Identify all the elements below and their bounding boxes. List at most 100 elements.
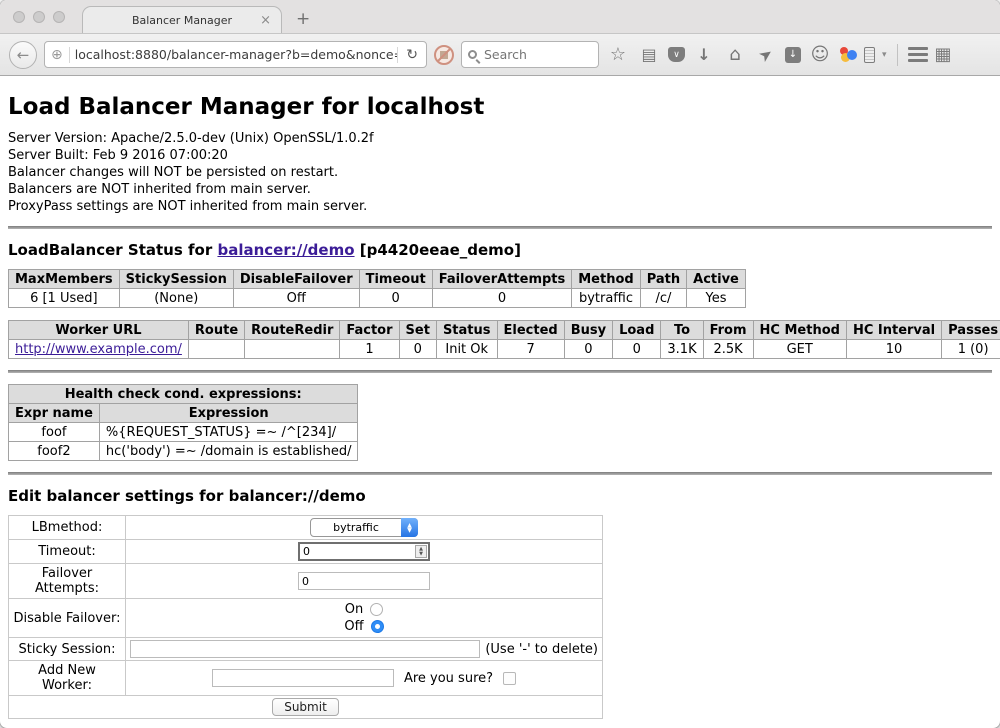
browser-window: Balancer Manager × + ← ⊕ localhost:8880/… [0,0,1000,728]
cell-path: /c/ [640,289,686,308]
worker-url-link[interactable]: http://www.example.com/ [15,342,182,357]
lbmethod-select[interactable]: bytraffic ▲▼ [310,518,418,537]
bookmark-star-icon[interactable]: ☆ [606,46,630,64]
form-row-failover-attempts: Failover Attempts: [9,564,603,599]
send-tab-icon[interactable]: ➤ [752,41,781,68]
sticky-session-label: Sticky Session: [9,638,126,661]
cell-failoverattempts: 0 [432,289,572,308]
col-busy: Busy [564,321,612,340]
col-route: Route [188,321,244,340]
sticky-session-input[interactable] [130,640,480,658]
tab-close-icon[interactable]: × [260,14,271,27]
health-check-table: Health check cond. expressions: Expr nam… [8,384,358,461]
downloads-icon[interactable]: ↓ [692,47,716,63]
number-stepper-icon[interactable]: ▲▼ [415,545,427,558]
col-timeout: Timeout [359,270,432,289]
save-page-icon[interactable]: ↓ [785,47,801,63]
col-method: Method [572,270,640,289]
extension-dots-icon[interactable] [839,46,857,63]
url-bar[interactable]: ⊕ localhost:8880/balancer-manager?b=demo… [44,41,427,68]
lbmethod-label: LBmethod: [9,516,126,540]
new-tab-button[interactable]: + [296,9,310,29]
cell-hc-interval: 10 [846,340,941,359]
divider [8,472,992,475]
reload-icon[interactable]: ↻ [397,47,426,63]
lbmethod-selected-value: bytraffic [333,521,379,534]
loadbalancer-status-heading: LoadBalancer Status for balancer://demo … [8,241,992,259]
proxypass-note-line: ProxyPass settings are NOT inherited fro… [8,198,992,215]
health-check-title: Health check cond. expressions: [9,385,358,404]
bookmarks-menu-icon[interactable]: ▤ [637,47,661,63]
cell-expr-name: foof2 [9,442,100,461]
balancer-demo-link[interactable]: balancer://demo [217,241,354,259]
col-disablefailover: DisableFailover [233,270,359,289]
search-input[interactable] [482,46,592,63]
edit-balancer-heading: Edit balancer settings for balancer://de… [8,487,992,505]
home-icon[interactable]: ⌂ [723,46,747,64]
disable-failover-off-radio[interactable] [371,620,384,633]
back-button[interactable]: ← [9,41,37,69]
page-content: Load Balancer Manager for localhost Serv… [0,76,1000,728]
content-blocker-icon[interactable] [434,45,454,65]
cell-active: Yes [687,289,746,308]
divider [8,226,992,229]
menu-hamburger-icon[interactable] [908,47,928,62]
search-bar[interactable] [461,41,599,68]
tab-balancer-manager[interactable]: Balancer Manager × [82,6,282,33]
minimize-window-button[interactable] [33,11,45,23]
tile-grid-icon[interactable]: ▦ [935,46,952,64]
worker-table: Worker URL Route RouteRedir Factor Set S… [8,320,1000,359]
form-row-lbmethod: LBmethod: bytraffic ▲▼ [9,516,603,540]
url-text[interactable]: localhost:8880/balancer-manager?b=demo&n… [70,47,398,62]
col-elected: Elected [497,321,564,340]
site-identity-globe-icon[interactable]: ⊕ [45,47,70,63]
cell-factor: 1 [340,340,399,359]
cell-disablefailover: Off [233,289,359,308]
status-heading-prefix: LoadBalancer Status for [8,241,217,259]
balancer-status-table: MaxMembers StickySession DisableFailover… [8,269,746,308]
col-failoverattempts: FailoverAttempts [432,270,572,289]
window-controls [13,11,65,23]
col-routeredir: RouteRedir [245,321,340,340]
panel-caret-icon[interactable]: ▾ [882,50,887,60]
col-to: To [661,321,703,340]
radio-on-label: On [345,602,363,617]
failover-attempts-label: Failover Attempts: [9,564,126,599]
select-stepper-icon: ▲▼ [401,518,418,537]
col-passes: Passes [942,321,1000,340]
device-panel-icon[interactable] [864,47,875,63]
col-load: Load [613,321,661,340]
table-row: foof2 hc('body') =~ /domain is establish… [9,442,358,461]
timeout-input[interactable] [298,542,430,561]
col-hc-method: HC Method [753,321,846,340]
radio-off-label: Off [344,619,363,634]
table-row: 6 [1 Used] (None) Off 0 0 bytraffic /c/ … [9,289,746,308]
cell-from: 2.5K [703,340,753,359]
tab-title: Balancer Manager [132,14,232,27]
cell-passes: 1 (0) [942,340,1000,359]
inherit-note-line: Balancers are NOT inherited from main se… [8,181,992,198]
failover-attempts-input[interactable] [298,572,430,590]
col-path: Path [640,270,686,289]
are-you-sure-label: Are you sure? [404,671,493,686]
cell-route [188,340,244,359]
close-window-button[interactable] [13,11,25,23]
cell-method: bytraffic [572,289,640,308]
form-row-submit: Submit [9,696,603,719]
navigation-toolbar: ← ⊕ localhost:8880/balancer-manager?b=de… [0,33,1000,76]
tab-bar: Balancer Manager × + [0,0,1000,33]
col-status: Status [436,321,497,340]
chat-smiley-icon[interactable]: ☺ [808,46,832,64]
zoom-window-button[interactable] [53,11,65,23]
submit-button[interactable]: Submit [272,698,339,716]
table-title-row: Health check cond. expressions: [9,385,358,404]
cell-expression: hc('body') =~ /domain is established/ [99,442,358,461]
are-you-sure-checkbox[interactable] [503,672,516,685]
cell-to: 3.1K [661,340,703,359]
table-row: foof %{REQUEST_STATUS} =~ /^[234]/ [9,423,358,442]
disable-failover-on-radio[interactable] [370,603,383,616]
col-expression: Expression [99,404,358,423]
add-worker-input[interactable] [212,669,394,687]
pocket-icon[interactable]: ∨ [668,47,685,62]
persist-note-line: Balancer changes will NOT be persisted o… [8,164,992,181]
